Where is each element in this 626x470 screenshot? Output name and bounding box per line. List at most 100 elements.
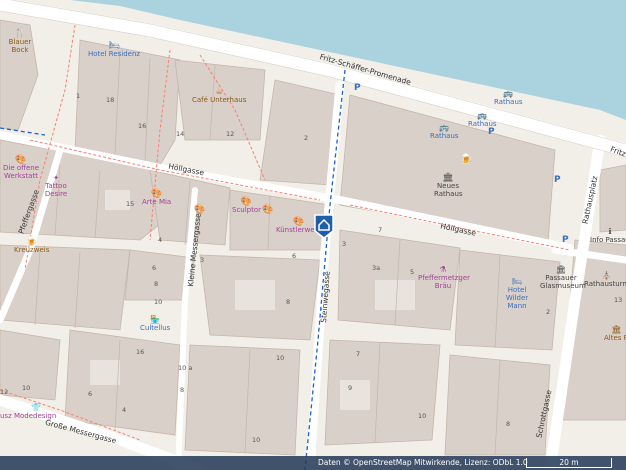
courtyard xyxy=(375,280,415,310)
poi-rathaus-bus-1[interactable]: 🚌 Rathaus xyxy=(494,89,523,107)
poi-arte-mia[interactable]: 🎨 Arte Mia xyxy=(142,190,172,207)
house-number: 3 xyxy=(342,240,347,248)
house-number: 12 xyxy=(226,130,235,138)
building-block xyxy=(64,329,181,436)
beer-icon: 🍺 xyxy=(26,237,38,247)
poi-neues-rathaus[interactable]: 🏛 Neues Rathaus xyxy=(434,174,463,199)
poi-label: Passauer Glasmuseum xyxy=(540,274,586,290)
poi-cultellus[interactable]: 🏪 Cultellus xyxy=(140,315,170,333)
town-hall-icon: ⛪ xyxy=(601,271,612,280)
courtyard xyxy=(235,280,275,310)
house-number: 10 xyxy=(276,354,285,362)
house-number: 15 xyxy=(126,200,135,208)
poi-rathaus-bus-2[interactable]: 🚌 Rathaus xyxy=(468,111,497,129)
poi-pfeffermetzger[interactable]: ⚗ Pfeffermetzger Bräu xyxy=(418,265,471,291)
poi-rathausturm[interactable]: ⛪ Rathausturm xyxy=(584,271,626,289)
shop-icon: 🏪 xyxy=(150,315,161,324)
house-number: 12 xyxy=(0,388,9,396)
house-number: 6 xyxy=(152,264,157,272)
palette-icon: 🎨 xyxy=(194,205,206,215)
brewery-icon: ⚗ xyxy=(439,265,447,274)
palette-icon: 🎨 xyxy=(15,155,27,165)
poi-label: Die offene Werkstatt xyxy=(2,164,40,180)
fork-knife-icon: 🍴 xyxy=(13,28,27,39)
courtyard xyxy=(90,360,120,385)
poi-hotel-residenz[interactable]: 🛏 Hotel Residenz xyxy=(88,42,141,59)
poi-label: Hotel Wilder Mann xyxy=(505,286,529,310)
clothes-icon: 👕 xyxy=(31,403,42,412)
parking-icon[interactable]: P xyxy=(488,128,495,137)
poi-label: Hotel Residenz xyxy=(88,50,141,58)
scale-bar: 20 m xyxy=(526,458,612,468)
scale-label: 20 m xyxy=(559,458,579,467)
house-number: 10 xyxy=(418,412,427,420)
poi-tattoo[interactable]: ✦ Tattoo Desire xyxy=(44,174,68,198)
bus-icon: 🚌 xyxy=(503,89,514,98)
bus-icon: 🚌 xyxy=(477,111,488,120)
house-number: 9 xyxy=(348,384,353,392)
poi-label: Pfeffermetzger Bräu xyxy=(418,274,471,290)
poi-blauer-bock[interactable]: 🍴 Blauer Bock xyxy=(6,28,34,55)
courtyard xyxy=(340,380,370,410)
poi-label: Rathaus xyxy=(494,98,523,106)
poi-modedesign[interactable]: 👕 usz Modedesign xyxy=(0,403,57,421)
poi-label: Café Unterhaus xyxy=(192,96,247,104)
poi-label: usz Modedesign xyxy=(0,412,57,420)
poi-label: Sculptor xyxy=(232,206,262,214)
poi-label: Neues Rathaus xyxy=(434,182,463,198)
house-number: 2 xyxy=(546,308,551,316)
parking-icon[interactable]: P xyxy=(554,176,561,185)
poi-beer[interactable]: 🍺 xyxy=(460,155,472,165)
house-number: 16 xyxy=(138,122,147,130)
museum-icon: 🏛 xyxy=(555,265,567,274)
poi-label: Info Passau xyxy=(590,236,626,244)
parking-icon[interactable]: P xyxy=(562,236,569,245)
house-number: 8 xyxy=(180,386,185,394)
palette-icon: 🎨 xyxy=(240,197,253,207)
town-hall-icon: 🏛 xyxy=(611,325,622,334)
poi-glasmuseum[interactable]: 🏛 Passauer Glasmuseum xyxy=(540,265,586,291)
house-number: 4 xyxy=(158,236,163,244)
house-number: 14 xyxy=(176,130,185,138)
house-number: 1 xyxy=(76,92,81,100)
house-number: 6 xyxy=(88,390,93,398)
poi-hotel-wilder-mann[interactable]: 🛏 Hotel Wilder Mann xyxy=(498,277,536,311)
poi-label: Kreuzweis xyxy=(14,246,50,254)
poi-info-passau[interactable]: ℹ Info Passau xyxy=(590,228,626,245)
poi-kreuzweis[interactable]: 🍺 Kreuzweis xyxy=(14,237,50,255)
map-view[interactable]: Fritz-Schäffer-Promenade Höllgasse Höllg… xyxy=(0,0,626,470)
poi-offene-werkstatt[interactable]: 🎨 Die offene Werkstatt xyxy=(2,155,40,181)
house-number: 10 xyxy=(252,436,261,444)
house-number: 8 xyxy=(286,298,291,306)
house-number: 4 xyxy=(122,406,127,414)
poi-altes-rathaus[interactable]: 🏛 Altes R xyxy=(604,325,626,343)
poi-art-extra[interactable]: 🎨 xyxy=(194,205,206,215)
attribution-text[interactable]: Daten © OpenStreetMap Mitwirkende, Lizen… xyxy=(318,456,528,470)
house-number: 3 xyxy=(200,256,205,264)
house-number: 6 xyxy=(292,252,297,260)
poi-label: Arte Mia xyxy=(142,198,172,206)
tattoo-icon: ✦ xyxy=(53,174,59,182)
poi-label: Tattoo Desire xyxy=(44,182,68,198)
building-block xyxy=(74,39,181,166)
poi-label: Rathausturm xyxy=(584,280,626,288)
poi-label: Blauer Bock xyxy=(8,38,32,54)
house-number: 3a xyxy=(372,264,381,272)
building-block xyxy=(599,164,626,233)
poi-rathaus-bus-3[interactable]: 🚌 Rathaus xyxy=(430,123,459,141)
house-number: 7 xyxy=(378,226,383,234)
house-number: 2 xyxy=(304,134,309,142)
bed-icon: 🛏 xyxy=(511,277,523,286)
coffee-cup-icon: ☕ xyxy=(215,87,224,97)
poi-sculptor[interactable]: 🎨 Sculptor xyxy=(232,197,262,215)
poi-cafe-unterhaus[interactable]: ☕ Café Unterhaus xyxy=(192,87,247,105)
parking-icon[interactable]: P xyxy=(354,84,361,93)
house-number: 8 xyxy=(154,280,159,288)
poi-art-extra-2[interactable]: 🎨 xyxy=(262,205,274,215)
house-number: 5 xyxy=(410,268,415,276)
location-pin[interactable] xyxy=(313,213,335,239)
palette-icon: 🎨 xyxy=(262,205,274,215)
building-block xyxy=(0,244,131,331)
house-number: 10 xyxy=(154,298,163,306)
bus-icon: 🚌 xyxy=(439,123,450,132)
